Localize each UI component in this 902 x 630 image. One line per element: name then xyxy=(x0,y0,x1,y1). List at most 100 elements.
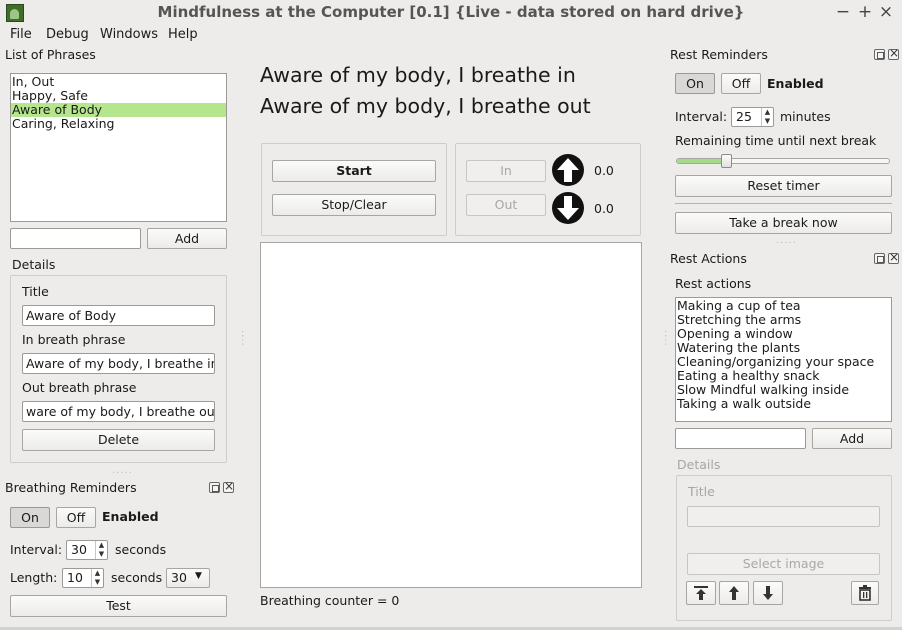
breathing-length-unit: seconds xyxy=(111,570,163,585)
menu-debug[interactable]: Debug xyxy=(46,27,89,42)
rest-action-item-2[interactable]: Opening a window xyxy=(676,327,891,341)
close-button[interactable]: × xyxy=(877,2,895,22)
float-dock-icon[interactable] xyxy=(874,49,885,60)
phrase-item-0[interactable]: In, Out xyxy=(11,75,226,89)
breathing-length-combo-value: 30 xyxy=(171,570,187,585)
breath-controls-frame xyxy=(455,143,641,236)
rest-action-title-input[interactable] xyxy=(687,506,880,527)
rest-actions-list[interactable]: Making a cup of tea Stretching the arms … xyxy=(675,297,892,422)
rest-interval-value: 25 xyxy=(736,109,752,124)
delete-rest-action-button[interactable] xyxy=(851,581,879,605)
remaining-time-slider[interactable] xyxy=(676,154,890,168)
slider-handle[interactable] xyxy=(721,154,732,168)
phrases-header: List of Phrases xyxy=(5,47,96,62)
phrase-details-header: Details xyxy=(12,257,56,272)
menu-help[interactable]: Help xyxy=(168,27,198,42)
float-dock-icon[interactable] xyxy=(874,253,885,264)
phrase-line-in: Aware of my body, I breathe in xyxy=(260,63,576,87)
rest-on-button[interactable]: On xyxy=(675,73,715,94)
minimize-button[interactable]: − xyxy=(834,2,852,22)
maximize-button[interactable]: + xyxy=(856,2,874,22)
breathing-off-button[interactable]: Off xyxy=(56,507,96,528)
breathing-on-button[interactable]: On xyxy=(10,507,50,528)
add-rest-action-button[interactable]: Add xyxy=(812,428,892,449)
rest-action-item-7[interactable]: Taking a walk outside xyxy=(676,397,891,411)
rest-action-item-0[interactable]: Making a cup of tea xyxy=(676,299,891,313)
move-to-top-button[interactable] xyxy=(686,581,716,605)
menu-file[interactable]: File xyxy=(10,27,32,42)
move-down-button[interactable] xyxy=(753,581,783,605)
vertical-splitter-handle[interactable]: ···· xyxy=(659,330,670,347)
new-phrase-input[interactable] xyxy=(10,228,141,249)
rest-interval-unit: minutes xyxy=(780,109,831,124)
breathing-length-label: Length: xyxy=(10,570,58,585)
rest-action-item-5[interactable]: Eating a healthy snack xyxy=(676,369,891,383)
chevron-down-icon: ▼ xyxy=(195,571,202,581)
divider xyxy=(675,203,892,204)
spin-arrows-icon[interactable]: ▲ ▼ xyxy=(91,569,103,587)
spin-arrows-icon[interactable]: ▲ ▼ xyxy=(95,541,107,559)
breathing-interval-label: Interval: xyxy=(10,542,63,557)
breathing-length-combo[interactable]: 30 ▼ xyxy=(166,568,210,588)
remaining-time-label: Remaining time until next break xyxy=(675,133,877,148)
breathing-status: Enabled xyxy=(102,509,159,524)
in-breath-input[interactable]: Aware of my body, I breathe in xyxy=(22,353,215,374)
add-phrase-button[interactable]: Add xyxy=(147,228,227,249)
vertical-splitter-handle[interactable]: ···· xyxy=(236,330,247,347)
start-button[interactable]: Start xyxy=(272,160,436,182)
rest-actions-header: Rest Actions xyxy=(670,251,747,266)
move-top-icon xyxy=(694,586,708,600)
take-break-button[interactable]: Take a break now xyxy=(675,212,892,234)
float-dock-icon[interactable] xyxy=(209,482,220,493)
select-image-button[interactable]: Select image xyxy=(687,553,880,575)
reset-timer-button[interactable]: Reset timer xyxy=(675,175,892,197)
breathing-test-button[interactable]: Test xyxy=(10,595,227,617)
rest-action-item-1[interactable]: Stretching the arms xyxy=(676,313,891,327)
rest-interval-spinbox[interactable]: 25 ▲ ▼ xyxy=(731,107,774,127)
phrase-title-input[interactable]: Aware of Body xyxy=(22,305,215,326)
spin-arrows-icon[interactable]: ▲ ▼ xyxy=(761,108,773,126)
rest-action-item-4[interactable]: Cleaning/organizing your space xyxy=(676,355,891,369)
menu-windows[interactable]: Windows xyxy=(100,27,158,42)
phrase-title-label: Title xyxy=(22,284,49,299)
breathing-length-spinbox[interactable]: 10 ▲ ▼ xyxy=(62,568,104,588)
phrases-list[interactable]: In, Out Happy, Safe Aware of Body Caring… xyxy=(10,73,227,222)
in-breath-label: In breath phrase xyxy=(22,332,126,347)
window-title: Mindfulness at the Computer [0.1] {Live … xyxy=(157,3,745,21)
rest-action-item-6[interactable]: Slow Mindful walking inside xyxy=(676,383,891,397)
arrow-down-icon xyxy=(552,192,584,224)
breathing-length-value: 10 xyxy=(67,570,83,585)
phrase-item-2[interactable]: Aware of Body xyxy=(11,103,226,117)
session-controls-frame xyxy=(261,143,447,236)
delete-phrase-button[interactable]: Delete xyxy=(22,429,215,451)
breathing-reminders-header: Breathing Reminders xyxy=(5,480,137,495)
breathing-graphics-view[interactable] xyxy=(260,242,642,588)
close-dock-icon[interactable] xyxy=(223,479,234,493)
stop-clear-button[interactable]: Stop/Clear xyxy=(272,194,436,216)
phrase-item-1[interactable]: Happy, Safe xyxy=(11,89,226,103)
rest-action-title-label: Title xyxy=(688,484,715,499)
remaining-time-fill xyxy=(677,159,726,163)
rest-action-details-header: Details xyxy=(677,457,721,472)
rest-actions-list-label: Rest actions xyxy=(675,276,752,291)
out-breath-input[interactable]: ware of my body, I breathe out xyxy=(22,401,215,422)
out-breath-button[interactable]: Out xyxy=(466,194,546,216)
breathing-counter: Breathing counter = 0 xyxy=(260,593,400,608)
splitter-handle[interactable]: ····· xyxy=(112,468,133,479)
splitter-handle[interactable]: ····· xyxy=(776,238,797,249)
close-dock-icon[interactable] xyxy=(888,250,899,264)
phrase-line-out: Aware of my body, I breathe out xyxy=(260,94,591,118)
out-breath-value: 0.0 xyxy=(594,201,614,216)
arrow-up-icon xyxy=(552,154,584,186)
in-breath-value: 0.0 xyxy=(594,163,614,178)
close-dock-icon[interactable] xyxy=(888,46,899,60)
rest-action-item-3[interactable]: Watering the plants xyxy=(676,341,891,355)
rest-off-button[interactable]: Off xyxy=(721,73,761,94)
trash-icon xyxy=(859,585,871,601)
phrase-item-3[interactable]: Caring, Relaxing xyxy=(11,117,226,131)
breathing-interval-spinbox[interactable]: 30 ▲ ▼ xyxy=(66,540,108,560)
in-breath-button[interactable]: In xyxy=(466,160,546,182)
new-rest-action-input[interactable] xyxy=(675,428,806,449)
move-up-button[interactable] xyxy=(719,581,749,605)
rest-interval-label: Interval: xyxy=(675,109,728,124)
